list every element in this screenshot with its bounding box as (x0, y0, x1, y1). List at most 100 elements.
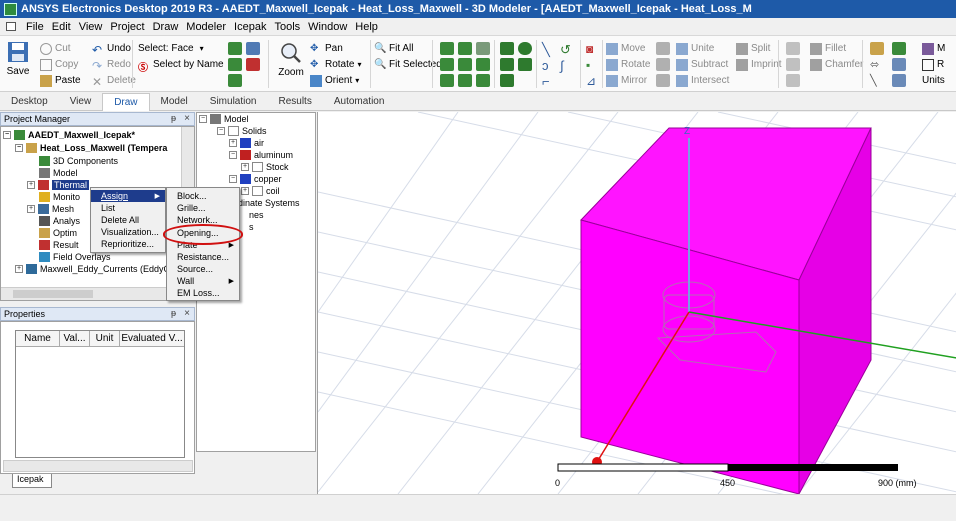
select-tool-icon[interactable] (228, 74, 242, 87)
tab-results[interactable]: Results (267, 93, 322, 111)
menu-item-source[interactable]: Source... (167, 263, 239, 275)
collapse-icon[interactable]: − (199, 115, 207, 123)
rectangle-icon[interactable] (500, 42, 514, 55)
tab-view[interactable]: View (59, 93, 103, 111)
fillet-button[interactable]: Fillet (810, 41, 846, 56)
duplicate-icon[interactable] (656, 42, 670, 55)
subtract-button[interactable]: Subtract (676, 57, 728, 72)
column-evaluated-value[interactable]: Evaluated V... (120, 331, 184, 346)
collapse-icon[interactable]: − (217, 127, 225, 135)
tree-planes[interactable]: nes (249, 209, 264, 221)
point-icon[interactable]: ◙ (586, 42, 600, 56)
menu-item-assign[interactable]: Assign ▶ (91, 190, 165, 202)
select-tool-icon[interactable] (228, 42, 242, 55)
thicken-icon[interactable] (786, 58, 800, 71)
menu-edit[interactable]: Edit (48, 21, 75, 33)
pin-icon[interactable]: ᵽ (171, 308, 176, 318)
tree-item-monitor[interactable]: Monito (39, 191, 80, 203)
duplicate-along-line-icon[interactable] (656, 58, 670, 71)
system-menu-icon[interactable] (6, 22, 16, 31)
menu-item-visualization[interactable]: Visualization... (91, 226, 165, 238)
tab-icepak[interactable]: Icepak (12, 474, 52, 488)
sphere-primitive-icon[interactable] (458, 58, 472, 71)
menu-icepak[interactable]: Icepak (230, 21, 270, 33)
menu-draw[interactable]: Draw (149, 21, 183, 33)
tab-draw[interactable]: Draw (102, 93, 150, 111)
equation-curve-icon[interactable]: ∫ (560, 58, 574, 73)
bondwire-icon[interactable] (458, 74, 472, 87)
polygon-icon[interactable] (500, 58, 514, 71)
column-value[interactable]: Val... (60, 331, 90, 346)
ruler-icon[interactable]: ⬄ (870, 58, 884, 71)
tree-item-optimetrics[interactable]: Optim (39, 227, 77, 239)
menu-item-block[interactable]: Block... (167, 190, 239, 202)
imprint-button[interactable]: Imprint (736, 57, 782, 72)
tree-project[interactable]: − AAEDT_Maxwell_Icepak* (3, 129, 135, 141)
helix-primitive-icon[interactable] (440, 74, 454, 87)
menu-view[interactable]: View (75, 21, 107, 33)
tab-simulation[interactable]: Simulation (199, 93, 268, 111)
menu-item-list[interactable]: List (91, 202, 165, 214)
pyramid-primitive-icon[interactable] (476, 42, 490, 55)
menu-item-grille[interactable]: Grille... (167, 202, 239, 214)
zoom-button[interactable]: Zoom (276, 42, 306, 78)
column-name[interactable]: Name (16, 331, 60, 346)
menu-help[interactable]: Help (351, 21, 382, 33)
menu-item-reprioritize[interactable]: Reprioritize... (91, 238, 165, 250)
scrollbar-thumb[interactable] (13, 290, 93, 298)
menu-item-delete-all[interactable]: Delete All (91, 214, 165, 226)
polyline-icon[interactable]: ⌐ (542, 74, 556, 89)
3d-viewport[interactable]: Z 0 450 900 (mm) (317, 112, 956, 494)
expand-icon[interactable]: + (27, 181, 35, 189)
tree-model-root[interactable]: − Model (199, 113, 249, 125)
tree-lists[interactable]: s (249, 221, 254, 233)
r-button[interactable]: R (922, 57, 944, 72)
intersect-button[interactable]: Intersect (676, 73, 729, 88)
plane-icon[interactable]: ▪ (586, 58, 600, 72)
orient-button[interactable]: Orient ▾ (310, 73, 359, 88)
ellipse-icon[interactable] (518, 58, 532, 71)
horizontal-scrollbar[interactable] (3, 460, 193, 472)
tree-item-mesh[interactable]: + Mesh (27, 203, 74, 215)
menu-item-wall[interactable]: Wall ▶ (167, 275, 239, 287)
box-primitive-icon[interactable] (440, 42, 454, 55)
coordinate-system-icon[interactable]: ⊿ (586, 74, 600, 88)
menu-item-resistance[interactable]: Resistance... (167, 251, 239, 263)
units-button[interactable]: Units (922, 73, 945, 88)
tree-item-results[interactable]: Result (39, 239, 79, 251)
mirror-button[interactable]: Mirror (606, 73, 647, 88)
tree-design-heat-loss[interactable]: − Heat_Loss_Maxwell (Tempera (15, 142, 167, 154)
unite-button[interactable]: Unite (676, 41, 714, 56)
expand-icon[interactable]: + (241, 163, 249, 171)
tree-stock[interactable]: + Stock (241, 161, 289, 173)
line-icon[interactable]: ╲ (542, 42, 556, 57)
rotate-object-button[interactable]: Rotate (606, 57, 650, 72)
close-icon[interactable]: × (184, 308, 190, 319)
tree-coordinate-systems[interactable]: rdinate Systems (235, 197, 300, 209)
tree-item-model[interactable]: Model (39, 167, 78, 179)
menu-tools[interactable]: Tools (270, 21, 304, 33)
move-button[interactable]: Move (606, 41, 645, 56)
select-tool-icon[interactable] (228, 58, 242, 71)
fit-all-button[interactable]: 🔍 Fit All (374, 41, 413, 56)
cut-button[interactable]: Cut (40, 41, 71, 56)
expand-icon[interactable]: + (15, 265, 23, 273)
measure-line-icon[interactable]: ╲ (870, 74, 884, 87)
expand-icon[interactable]: + (27, 205, 35, 213)
column-unit[interactable]: Unit (90, 331, 120, 346)
tab-automation[interactable]: Automation (323, 93, 396, 111)
expand-icon[interactable]: + (229, 139, 237, 147)
spline-icon[interactable]: ↄ (542, 58, 556, 73)
split-button[interactable]: Split (736, 41, 770, 56)
circle-icon[interactable] (518, 42, 532, 55)
sweep-icon[interactable] (786, 42, 800, 55)
material-button[interactable]: M (922, 41, 945, 56)
tab-model[interactable]: Model (150, 93, 199, 111)
redo-button[interactable]: ↷ Redo (92, 57, 131, 73)
units-setting-icon[interactable] (892, 74, 906, 87)
grid-icon[interactable] (892, 42, 906, 55)
duplicate-around-axis-icon[interactable] (656, 74, 670, 87)
pan-button[interactable]: ✥ Pan (310, 41, 343, 56)
menu-project[interactable]: Project (106, 21, 148, 33)
tree-aluminum[interactable]: − aluminum (229, 149, 293, 161)
